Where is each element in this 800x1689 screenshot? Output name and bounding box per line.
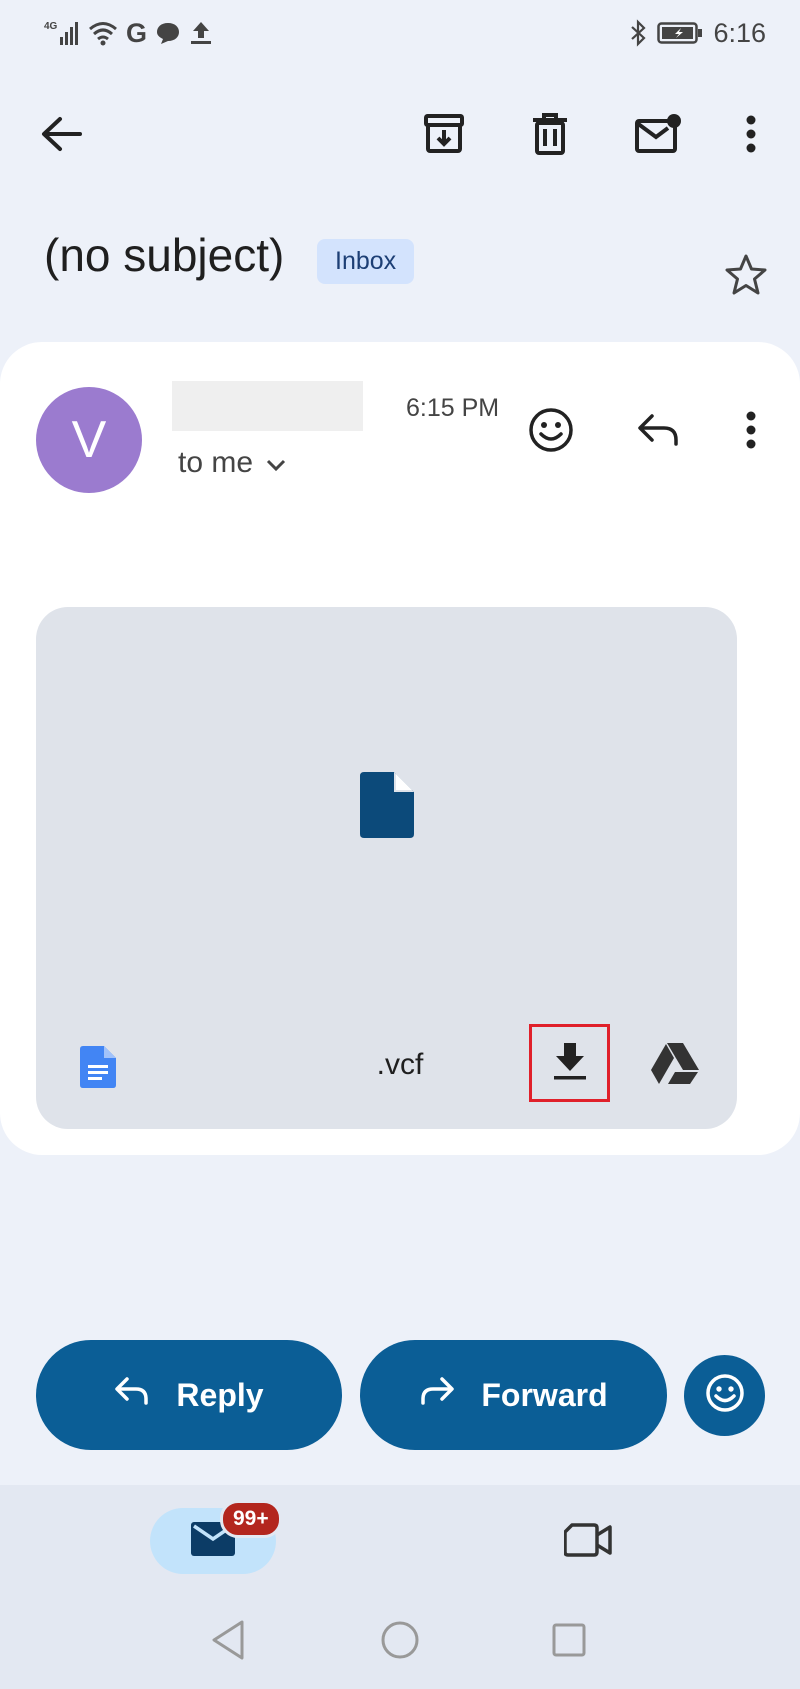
- system-back-button[interactable]: [203, 1617, 253, 1667]
- avatar-initial: V: [71, 411, 107, 469]
- status-bar-right: 6:16: [629, 16, 766, 50]
- emoji-icon: [528, 407, 574, 458]
- reply-label: Reply: [176, 1376, 264, 1413]
- wifi-icon: [88, 19, 118, 47]
- message-time: 6:15 PM: [406, 394, 500, 422]
- meet-tab[interactable]: [556, 1510, 620, 1574]
- archive-icon: [423, 113, 465, 160]
- triangle-back-icon: [208, 1619, 248, 1666]
- chat-icon: [155, 20, 181, 46]
- delete-button[interactable]: [522, 108, 578, 164]
- message-more-button[interactable]: [723, 404, 779, 460]
- reply-icon: [114, 1376, 150, 1414]
- reply-icon-button[interactable]: [630, 404, 686, 460]
- back-arrow-icon: [40, 116, 82, 157]
- recipients-dropdown[interactable]: to me: [178, 446, 287, 480]
- unread-count-badge: 99+: [220, 1500, 282, 1538]
- upload-icon: [189, 20, 213, 46]
- recipients-label: to me: [178, 446, 254, 479]
- sender-name[interactable]: [172, 381, 363, 431]
- chevron-down-icon: [265, 446, 287, 480]
- more-vert-icon: [746, 411, 756, 454]
- forward-label: Forward: [481, 1376, 608, 1413]
- signal-icon: 4G: [44, 19, 80, 47]
- mark-unread-icon: [634, 113, 682, 160]
- more-vert-icon: [746, 115, 756, 158]
- bluetooth-icon: [629, 19, 647, 47]
- system-recents-button[interactable]: [544, 1617, 594, 1667]
- save-to-drive-button[interactable]: [650, 1042, 700, 1088]
- back-button[interactable]: [33, 108, 89, 164]
- inbox-label-chip[interactable]: Inbox: [317, 239, 415, 284]
- star-button[interactable]: [718, 248, 774, 304]
- file-icon: [360, 772, 414, 843]
- email-subject: (no subject): [44, 229, 285, 281]
- reply-icon: [636, 412, 680, 453]
- forward-button[interactable]: Forward: [360, 1340, 667, 1450]
- star-icon: [724, 253, 768, 300]
- status-bar-left: 4G G: [44, 16, 213, 50]
- docs-icon: [80, 1046, 116, 1093]
- emoji-icon: [705, 1373, 745, 1418]
- download-icon: [553, 1041, 587, 1086]
- system-home-button[interactable]: [375, 1617, 425, 1667]
- add-reaction-button[interactable]: [523, 404, 579, 460]
- attachment-preview[interactable]: [36, 607, 737, 1129]
- square-recents-icon: [551, 1622, 587, 1663]
- archive-button[interactable]: [416, 108, 472, 164]
- react-button[interactable]: [684, 1355, 765, 1436]
- delete-icon: [531, 112, 569, 160]
- drive-icon: [650, 1041, 700, 1090]
- svg-text:4G: 4G: [44, 21, 58, 32]
- reply-button[interactable]: Reply: [36, 1340, 342, 1450]
- more-options-button[interactable]: [723, 108, 779, 164]
- video-icon: [563, 1522, 612, 1563]
- status-time: 6:16: [713, 17, 766, 48]
- battery-icon: [657, 20, 703, 46]
- circle-home-icon: [380, 1620, 420, 1665]
- forward-icon: [419, 1376, 455, 1414]
- mark-unread-button[interactable]: [630, 108, 686, 164]
- download-button[interactable]: [529, 1024, 610, 1102]
- sender-avatar[interactable]: V: [36, 387, 142, 493]
- google-icon: G: [126, 17, 148, 48]
